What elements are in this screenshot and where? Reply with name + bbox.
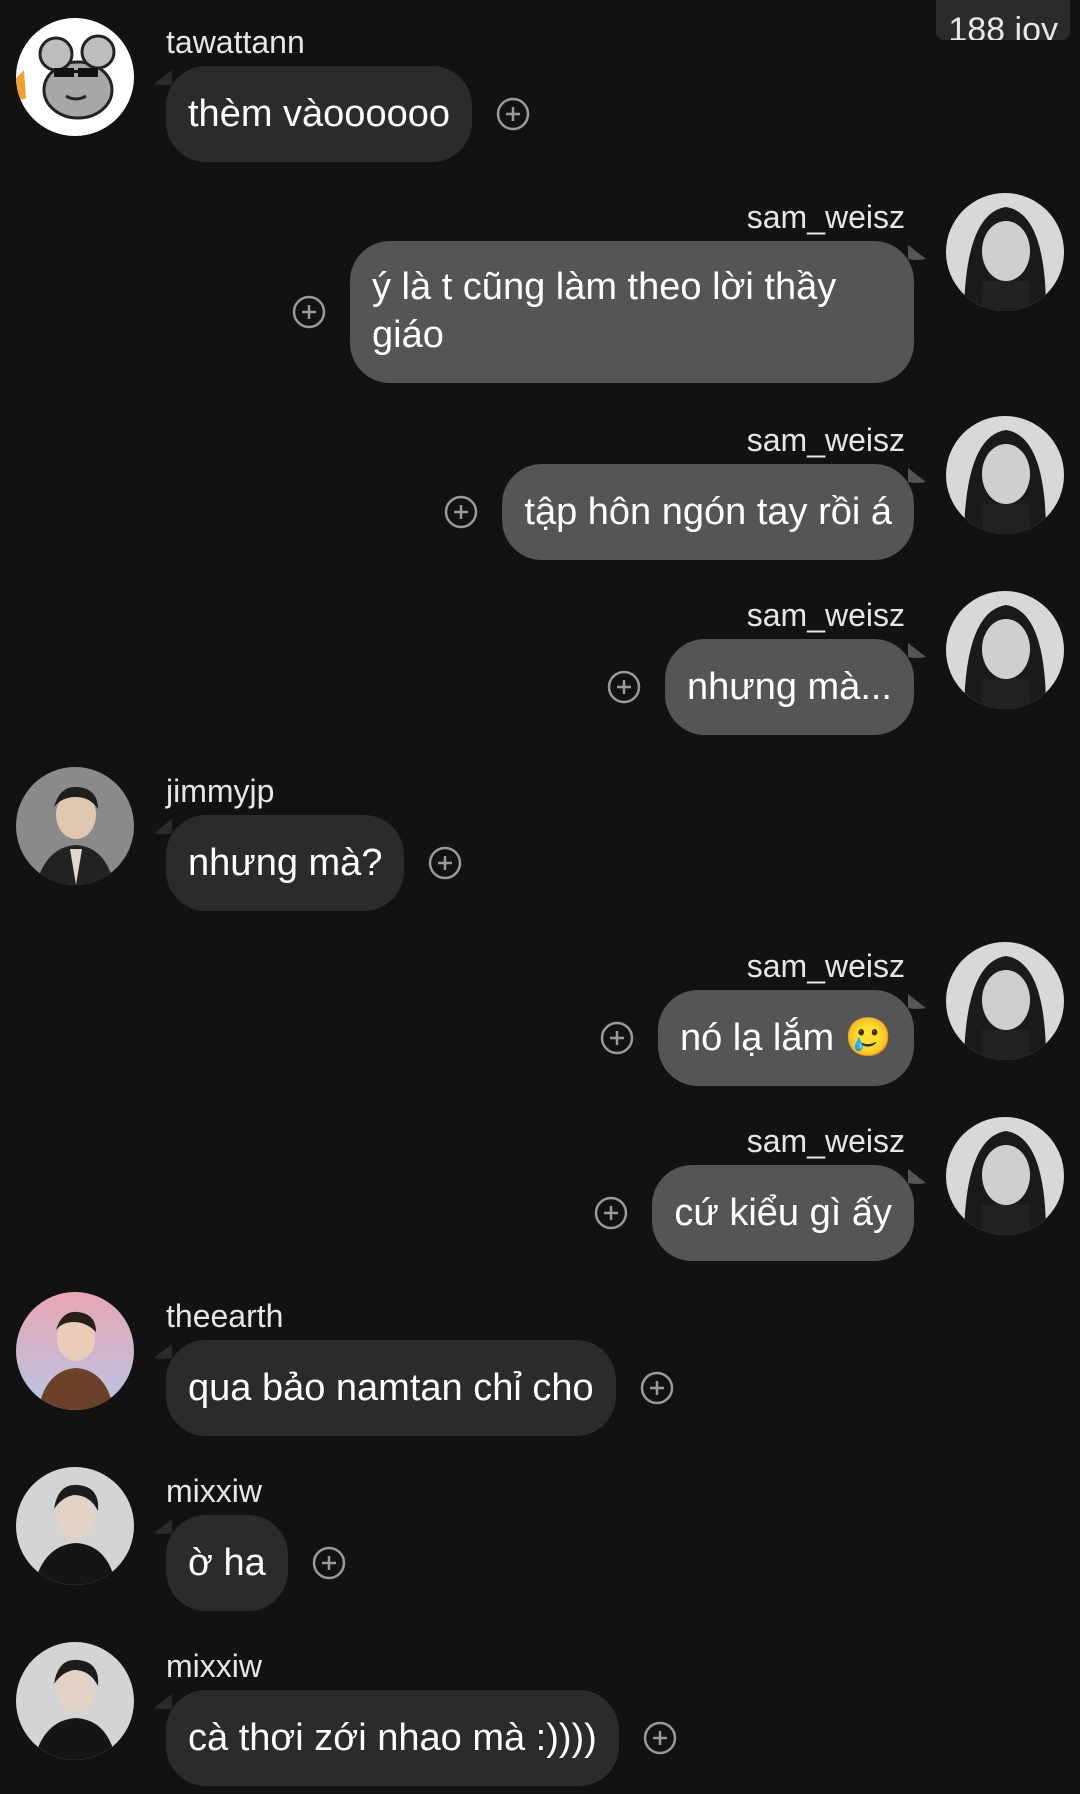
- message-item: sam_weisz cứ kiểu gì ấy: [0, 1117, 1080, 1267]
- add-reaction-icon[interactable]: [600, 1021, 634, 1055]
- message-text: thèm vàoooooo: [188, 93, 450, 135]
- message-bubble[interactable]: tập hôn ngón tay rồi á: [502, 464, 926, 560]
- message-item: mixxiw cà thơi zới nhao mà :)))): [0, 1642, 1080, 1792]
- message-text: nhưng mà...: [687, 666, 892, 708]
- add-reaction-icon[interactable]: [444, 495, 478, 529]
- message-item: mixxiw ờ ha: [0, 1467, 1080, 1617]
- message-text: nó lạ lắm 🥲: [679, 1017, 892, 1059]
- message-bubble[interactable]: ý là t cũng làm theo lời thầy giáo: [350, 241, 926, 383]
- avatar[interactable]: [946, 591, 1064, 709]
- add-reaction-icon[interactable]: [496, 97, 530, 131]
- message-username: theearth: [166, 1298, 284, 1334]
- avatar[interactable]: [16, 1467, 134, 1585]
- avatar[interactable]: [16, 767, 134, 885]
- avatar[interactable]: [16, 1292, 134, 1410]
- avatar[interactable]: [16, 1642, 134, 1760]
- message-username: mixxiw: [166, 1473, 262, 1509]
- message-bubble[interactable]: cứ kiểu gì ấy: [652, 1165, 926, 1261]
- message-username: sam_weisz: [746, 597, 905, 633]
- message-text: tập hôn ngón tay rồi á: [524, 491, 892, 533]
- message-item: sam_weisz nhưng mà...: [0, 591, 1080, 741]
- message-username: mixxiw: [166, 1648, 262, 1684]
- add-reaction-icon[interactable]: [292, 295, 326, 329]
- add-reaction-icon[interactable]: [640, 1371, 674, 1405]
- message-username: sam_weisz: [746, 1123, 905, 1159]
- message-text: cứ kiểu gì ấy: [674, 1192, 892, 1234]
- avatar[interactable]: [946, 193, 1064, 311]
- message-bubble[interactable]: ờ ha: [154, 1515, 288, 1611]
- message-item: sam_weisz tập hôn ngón tay rồi á: [0, 416, 1080, 566]
- message-text: nhưng mà?: [188, 842, 383, 884]
- message-item: sam_weisz nó lạ lắm 🥲: [0, 942, 1080, 1092]
- message-item: sam_weisz ý là t cũng làm theo lời thầy …: [0, 193, 1080, 393]
- message-text: qua bảo namtan chỉ cho: [188, 1367, 594, 1409]
- message-text: ờ ha: [188, 1542, 266, 1584]
- message-item: tawattann thèm vàoooooo: [0, 18, 1080, 168]
- avatar[interactable]: [946, 1117, 1064, 1235]
- add-reaction-icon[interactable]: [607, 670, 641, 704]
- message-username: sam_weisz: [746, 948, 905, 984]
- message-text: cà thơi zới nhao mà :)))): [188, 1717, 597, 1759]
- message-username: jimmyjp: [166, 773, 275, 809]
- avatar[interactable]: [946, 942, 1064, 1060]
- message-bubble[interactable]: cà thơi zới nhao mà :)))): [154, 1690, 619, 1786]
- message-bubble[interactable]: nhưng mà...: [665, 639, 926, 735]
- message-username: tawattann: [166, 24, 305, 60]
- avatar[interactable]: [946, 416, 1064, 534]
- message-bubble[interactable]: nó lạ lắm 🥲: [657, 990, 926, 1086]
- message-bubble[interactable]: qua bảo namtan chỉ cho: [154, 1340, 616, 1436]
- message-item: theearth qua bảo namtan chỉ cho: [0, 1292, 1080, 1442]
- message-text: ý là t cũng làm theo lời thầy giáo: [372, 266, 837, 356]
- message-item: jimmyjp nhưng mà?: [0, 767, 1080, 917]
- add-reaction-icon[interactable]: [428, 846, 462, 880]
- message-bubble[interactable]: thèm vàoooooo: [154, 66, 472, 162]
- avatar[interactable]: [16, 18, 134, 136]
- add-reaction-icon[interactable]: [594, 1196, 628, 1230]
- message-username: sam_weisz: [746, 199, 905, 235]
- message-username: sam_weisz: [746, 422, 905, 458]
- message-bubble[interactable]: nhưng mà?: [154, 815, 405, 911]
- add-reaction-icon[interactable]: [312, 1546, 346, 1580]
- add-reaction-icon[interactable]: [643, 1721, 677, 1755]
